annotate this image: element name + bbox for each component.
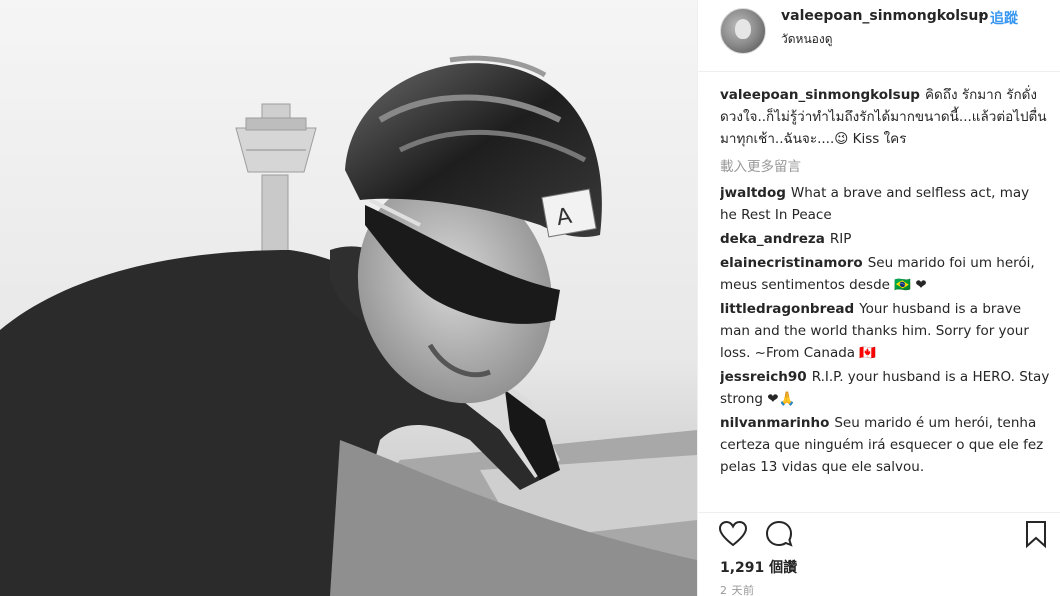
caption: valeepoan_sinmongkolsup คิดถึง รักมาก รัก… [720, 84, 1050, 150]
header-username[interactable]: valeepoan_sinmongkolsup [781, 8, 988, 24]
follow-button[interactable]: 追蹤 [990, 8, 1018, 28]
comment-username[interactable]: deka_andreza [720, 231, 825, 247]
location-link[interactable]: วัดหนองดู [781, 30, 833, 49]
caption-username[interactable]: valeepoan_sinmongkolsup [720, 87, 920, 103]
comment-username[interactable]: jwaltdog [720, 185, 786, 201]
post-timestamp: 2 天前 [720, 584, 755, 596]
heart-icon[interactable] [718, 519, 748, 549]
action-bar [698, 512, 1060, 556]
avatar[interactable] [720, 8, 766, 54]
comment-username[interactable]: nilvanmarinho [720, 415, 829, 431]
comment-icon[interactable] [764, 519, 794, 549]
comment-item: deka_andreza RIP [720, 228, 1050, 250]
comment-item: nilvanmarinho Seu marido é um herói, tenh… [720, 412, 1050, 478]
comment-item: jessreich90 R.I.P. your husband is a HERO… [720, 366, 1050, 410]
bookmark-icon[interactable] [1021, 519, 1051, 549]
comment-item: elainecristinamoro Seu marido foi um heró… [720, 252, 1050, 296]
comment-text: RIP [829, 231, 852, 247]
comments-list[interactable]: valeepoan_sinmongkolsup คิดถึง รักมาก รัก… [720, 84, 1050, 510]
comment-username[interactable]: jessreich90 [720, 369, 807, 385]
cyclist-photo-illustration: A [0, 0, 697, 596]
comment-item: jwaltdog What a brave and selfless act, m… [720, 182, 1050, 226]
comment-item: littledragonbread Your husband is a brave… [720, 298, 1050, 364]
load-more-comments-button[interactable]: 載入更多留言 [720, 156, 1050, 178]
comment-username[interactable]: elainecristinamoro [720, 255, 863, 271]
header-separator: • [977, 8, 986, 24]
post-photo[interactable]: A [0, 0, 697, 596]
post-header: valeepoan_sinmongkolsup • 追蹤 วัดหนองดู [698, 0, 1060, 72]
comment-username[interactable]: littledragonbread [720, 301, 854, 317]
likes-count[interactable]: 1,291 個讚 [720, 557, 797, 577]
post-panel: valeepoan_sinmongkolsup • 追蹤 วัดหนองดู v… [697, 0, 1060, 596]
